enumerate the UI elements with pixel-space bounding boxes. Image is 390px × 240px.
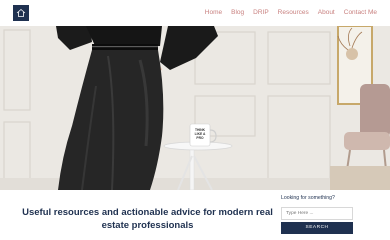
main-nav: Home Blog DRIP Resources About Contact M… [205,9,377,17]
search-input[interactable] [281,207,353,220]
hero-image: THINK LIKE A PRO [0,26,390,190]
site-logo[interactable] [13,5,29,21]
svg-text:PRO: PRO [196,136,204,140]
tagline: Useful resources and actionable advice f… [22,207,273,231]
house-logo-icon [16,8,26,17]
nav-blog[interactable]: Blog [231,9,244,17]
site-header: Home Blog DRIP Resources About Contact M… [0,0,390,26]
search-button[interactable]: SEARCH [281,222,353,234]
nav-home[interactable]: Home [205,9,222,17]
nav-contact[interactable]: Contact Me [344,9,377,17]
search-label: Looking for something? [281,195,335,201]
hero-photo: THINK LIKE A PRO [0,26,390,190]
nav-resources[interactable]: Resources [278,9,309,17]
nav-about[interactable]: About [318,9,335,17]
nav-drip[interactable]: DRIP [253,9,269,17]
